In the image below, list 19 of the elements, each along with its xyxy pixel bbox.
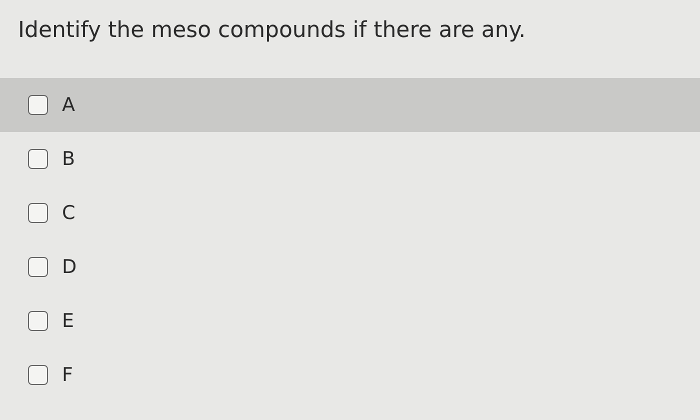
answer-option[interactable]: F <box>0 348 700 402</box>
checkbox[interactable] <box>28 203 48 223</box>
option-label: B <box>62 148 76 170</box>
option-label: D <box>62 256 77 278</box>
option-label: F <box>62 364 73 386</box>
answer-option[interactable]: E <box>0 294 700 348</box>
option-label: E <box>62 310 74 332</box>
answer-option[interactable]: D <box>0 240 700 294</box>
checkbox[interactable] <box>28 257 48 277</box>
answer-option[interactable]: C <box>0 186 700 240</box>
option-label: C <box>62 202 76 224</box>
checkbox[interactable] <box>28 149 48 169</box>
option-label: A <box>62 94 75 116</box>
checkbox[interactable] <box>28 365 48 385</box>
question-text: Identify the meso compounds if there are any. <box>17 18 527 45</box>
checkbox[interactable] <box>28 95 48 115</box>
checkbox[interactable] <box>28 311 48 331</box>
answer-option[interactable]: B <box>0 132 700 186</box>
answer-option[interactable]: A <box>0 78 700 132</box>
